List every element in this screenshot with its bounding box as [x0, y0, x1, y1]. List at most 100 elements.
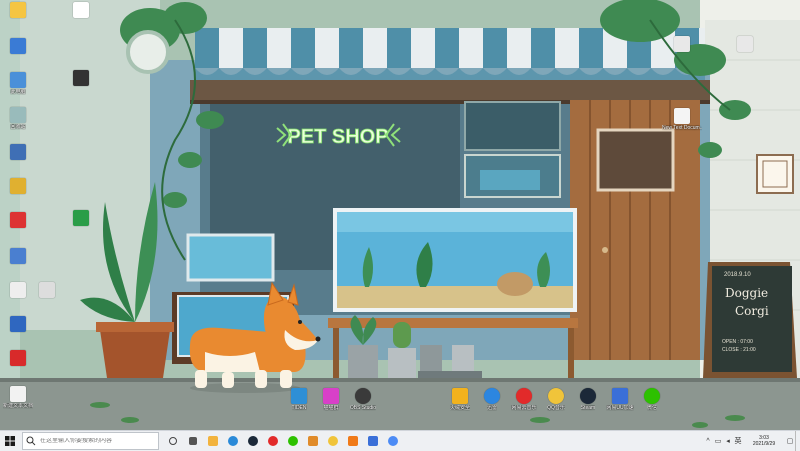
desktop-icon-qq-music[interactable]: QQ音乐 [539, 388, 573, 411]
app-icon [73, 70, 89, 86]
app-icon [10, 178, 26, 194]
app-icon [73, 210, 89, 226]
recycle-bin-icon [10, 107, 26, 123]
notification-center-icon[interactable]: ▢ [785, 431, 795, 451]
svg-text:Doggie: Doggie [725, 286, 768, 300]
steam-icon [580, 388, 596, 404]
desktop-icon[interactable] [1, 316, 35, 333]
pet-shop-neon-sign: PET SHOP [276, 123, 401, 148]
taskbar-app-wechat[interactable] [283, 431, 303, 451]
desktop-icon-label: OBS Studio [349, 405, 377, 411]
music-icon [328, 436, 338, 446]
desktop-icon-xunlei[interactable]: 迅雷 [475, 388, 509, 411]
desktop-icon-label: TIDEN [291, 405, 307, 411]
app-icon [39, 282, 55, 298]
desktop-icon[interactable] [30, 282, 64, 299]
desktop-icon-meow-group[interactable]: 喵喵群 [314, 388, 348, 411]
desktop-icon[interactable] [64, 210, 98, 227]
desktop-wallpaper: PET SHOP 2018.9.10 Doggie Corgi OPEN: 0… [0, 0, 800, 430]
desktop-icon-new-text-document[interactable]: New Text Docum... [662, 108, 702, 131]
taskbar-app-chrome[interactable] [383, 431, 403, 451]
desktop-icon[interactable] [1, 178, 35, 195]
desktop-icon[interactable] [728, 36, 762, 53]
desktop-icon[interactable] [64, 70, 98, 87]
edge-icon [228, 436, 238, 446]
desktop-icon-recycle-bin[interactable]: 回收站 [1, 107, 35, 130]
app-icon [10, 144, 26, 160]
taskbar-search-box[interactable] [22, 432, 159, 450]
desktop-icon[interactable] [665, 36, 699, 53]
folder-icon [208, 436, 218, 446]
desktop-icon-uu-accelerator[interactable]: 网易UU加速 [603, 388, 637, 411]
steam-icon [248, 436, 258, 446]
taskbar-app-edge[interactable] [223, 431, 243, 451]
start-button[interactable] [0, 431, 20, 451]
taskbar-app-blue[interactable] [363, 431, 383, 451]
search-input[interactable] [40, 438, 150, 444]
svg-text:OPEN : 07:00: OPEN : 07:00 [722, 339, 753, 345]
app-icon [10, 248, 26, 264]
svg-text:PET SHOP: PET SHOP [287, 126, 388, 148]
desktop-icon[interactable] [1, 212, 35, 229]
desktop-icon-obs-studio[interactable]: OBS Studio [346, 388, 380, 411]
desktop-icon-label: 喵喵群 [323, 405, 339, 411]
show-desktop-button[interactable] [795, 431, 800, 451]
task-view-button[interactable] [163, 431, 183, 451]
taskbar-app-file-explorer[interactable] [203, 431, 223, 451]
app-icon [291, 388, 307, 404]
desktop-icon[interactable] [64, 2, 98, 19]
svg-text:CLOSE : 21:00: CLOSE : 21:00 [722, 347, 756, 353]
desktop-icon-this-pc[interactable]: 此电脑 [1, 72, 35, 95]
network-icon[interactable]: ▭ [713, 431, 723, 451]
app-icon [10, 2, 26, 18]
desktop-icon[interactable] [1, 2, 35, 19]
desktop-icon-wechat[interactable]: 微信 [635, 388, 669, 411]
search-icon [26, 436, 36, 446]
wechat-icon [644, 388, 660, 404]
taskbar-app-netease-music[interactable] [263, 431, 283, 451]
chrome-icon [388, 436, 398, 446]
desktop-icon[interactable] [1, 248, 35, 265]
taskbar-app-shield[interactable] [303, 431, 323, 451]
music-icon [268, 436, 278, 446]
input-language-indicator[interactable]: 英 [733, 431, 743, 451]
obs-icon [355, 388, 371, 404]
app-icon [189, 437, 197, 445]
taskbar-app-task-manager[interactable] [183, 431, 203, 451]
app-icon [10, 350, 26, 366]
taskbar-app-qq-music[interactable] [323, 431, 343, 451]
windows-logo-icon [5, 436, 15, 446]
text-file-icon [10, 386, 26, 402]
desktop-icon[interactable] [1, 144, 35, 161]
app-icon [323, 388, 339, 404]
text-file-icon [674, 108, 690, 124]
app-icon [10, 316, 26, 332]
taskbar: ^ ▭ ◂ 英 3:03 2021/9/29 ▢ [0, 430, 800, 451]
desktop-icon[interactable] [1, 38, 35, 55]
desktop-icon-netease-music[interactable]: 网易云音乐 [507, 388, 541, 411]
svg-text:2018.9.10: 2018.9.10 [724, 272, 751, 278]
desktop-icon-label: Steam [580, 405, 596, 411]
show-hidden-icons-chevron[interactable]: ^ [703, 431, 713, 451]
svg-text:Corgi: Corgi [735, 304, 769, 318]
taskbar-app-orange[interactable] [343, 431, 363, 451]
chalkboard-sign: 2018.9.10 Doggie Corgi OPEN : 07:00 CLOS… [703, 262, 797, 378]
desktop-icon[interactable] [1, 350, 35, 367]
volume-icon[interactable]: ◂ [723, 431, 733, 451]
taskbar-app-steam[interactable] [243, 431, 263, 451]
task-view-icon [169, 437, 177, 445]
file-icon [737, 36, 753, 52]
desktop-icon-new-text-document[interactable]: 新建文本文档 [1, 386, 35, 409]
app-icon [73, 2, 89, 18]
desktop-icon-huorong[interactable]: 火绒安全 [443, 388, 477, 411]
desktop-icon-label: 新建文本文档 [2, 403, 33, 409]
taskbar-clock[interactable]: 3:03 2021/9/29 [743, 435, 785, 447]
desktop-icon-label: 网易UU加速 [606, 405, 634, 411]
app-icon [612, 388, 628, 404]
app-icon [10, 38, 26, 54]
desktop-icon-steam[interactable]: Steam [571, 388, 605, 411]
wechat-icon [288, 436, 298, 446]
system-tray: ^ ▭ ◂ 英 3:03 2021/9/29 ▢ [703, 431, 800, 451]
desktop-icon-label: QQ音乐 [547, 405, 565, 411]
desktop-icon-tiden[interactable]: TIDEN [282, 388, 316, 411]
